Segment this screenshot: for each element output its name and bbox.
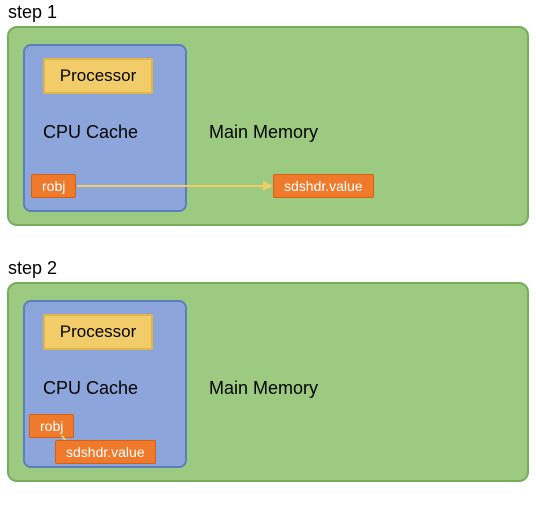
step2-processor-label: Processor (60, 322, 137, 342)
step2-main-memory-label: Main Memory (209, 378, 318, 399)
step1-label: step 1 (8, 2, 57, 23)
step1-robj-label: robj (42, 178, 65, 194)
step2-robj-box: robj (29, 414, 74, 438)
step2-main-memory-box: Main Memory Processor CPU Cache robj sds… (7, 282, 529, 482)
step1-sdshdr-label: sdshdr.value (284, 178, 363, 194)
step1-processor-box: Processor (43, 58, 153, 94)
step1-robj-box: robj (31, 174, 76, 198)
step2-sdshdr-label: sdshdr.value (66, 444, 145, 460)
step2-cpu-cache-box: Processor CPU Cache robj sdshdr.value (23, 300, 187, 468)
step1-sdshdr-box: sdshdr.value (273, 174, 374, 198)
step1-processor-label: Processor (60, 66, 137, 86)
step1-cpu-cache-label: CPU Cache (43, 122, 138, 143)
step1-arrow-line (77, 185, 263, 187)
step2-label: step 2 (8, 258, 57, 279)
step1-main-memory-label: Main Memory (209, 122, 318, 143)
step2-cpu-cache-label: CPU Cache (43, 378, 138, 399)
step1-main-memory-box: Main Memory Processor CPU Cache robj sds… (7, 26, 529, 226)
step2-sdshdr-box: sdshdr.value (55, 440, 156, 464)
step1-arrow-head-icon (263, 181, 273, 191)
step2-robj-label: robj (40, 418, 63, 434)
step2-processor-box: Processor (43, 314, 153, 350)
